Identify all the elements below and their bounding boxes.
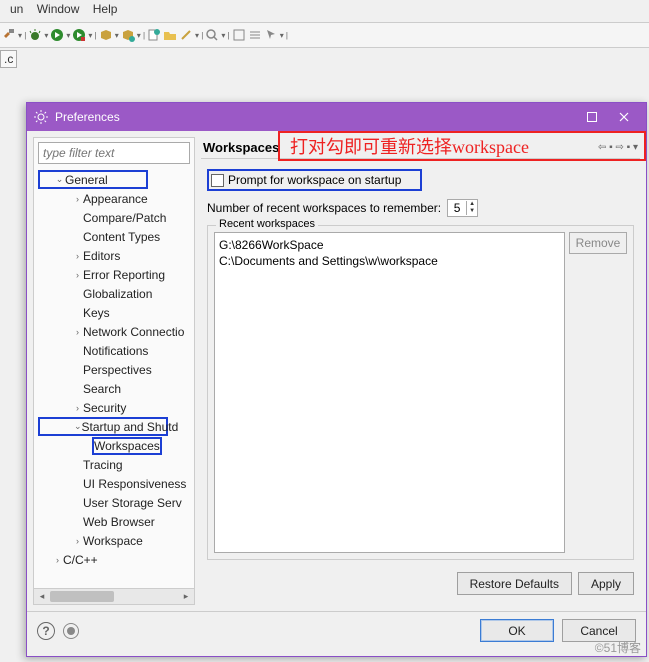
list-item[interactable]: G:\8266WorkSpace <box>219 237 560 253</box>
close-button[interactable] <box>608 106 640 128</box>
tree-content-types[interactable]: Content Types <box>38 227 194 246</box>
page-title: Workspaces <box>203 140 279 155</box>
number-label: Number of recent workspaces to remember: <box>207 201 441 215</box>
recent-group-label: Recent workspaces <box>216 218 318 230</box>
spinner-down-icon[interactable]: ▼ <box>467 208 477 215</box>
list-icon[interactable] <box>248 28 262 42</box>
preferences-dialog: Preferences ⌄General ›Appearance Compare… <box>26 102 647 657</box>
bug-icon[interactable] <box>28 28 42 42</box>
tree-editors[interactable]: ›Editors <box>38 246 194 265</box>
recent-group: Recent workspaces G:\8266WorkSpace C:\Do… <box>207 225 634 560</box>
menu-help[interactable]: Help <box>93 2 118 16</box>
search-icon[interactable] <box>205 28 219 42</box>
tree-workspace[interactable]: ›Workspace <box>38 531 194 550</box>
scroll-thumb[interactable] <box>50 591 114 602</box>
tree-general[interactable]: ⌄General <box>38 170 148 189</box>
bg-toolbar: ▾ | ▾ ▾ ▾ | ▾ ▾ | ▾ | ▾ | ▾ | <box>0 22 649 48</box>
history-nav[interactable]: ⇦ ▪ ⇨ ▪ ▾ <box>598 142 638 153</box>
hammer-icon[interactable] <box>2 28 16 42</box>
cursor-icon[interactable] <box>264 28 278 42</box>
tree-workspaces[interactable]: Workspaces <box>38 436 194 455</box>
tree-perspectives[interactable]: Perspectives <box>38 360 194 379</box>
tree-security[interactable]: ›Security <box>38 398 194 417</box>
tree-web-browser[interactable]: Web Browser <box>38 512 194 531</box>
filter-input[interactable] <box>38 142 190 164</box>
tree-hscrollbar[interactable]: ◂ ▸ <box>34 588 194 604</box>
tree-cpp[interactable]: ›C/C++ <box>38 550 194 569</box>
scroll-right-icon[interactable]: ▸ <box>178 589 194 604</box>
tree-compare[interactable]: Compare/Patch <box>38 208 194 227</box>
dialog-title: Preferences <box>55 110 576 124</box>
chevron-down-icon[interactable]: ⌄ <box>74 421 82 432</box>
task-icon[interactable] <box>232 28 246 42</box>
maximize-button[interactable] <box>576 106 608 128</box>
tree-notifications[interactable]: Notifications <box>38 341 194 360</box>
ok-button[interactable]: OK <box>480 619 554 642</box>
tree-user-storage[interactable]: User Storage Serv <box>38 493 194 512</box>
titlebar[interactable]: Preferences <box>27 103 646 131</box>
pref-page: Workspaces ⇦ ▪ ⇨ ▪ ▾ Prompt for workspac… <box>201 137 640 605</box>
record-icon[interactable] <box>63 623 79 639</box>
tree-search[interactable]: Search <box>38 379 194 398</box>
remove-button: Remove <box>569 232 627 254</box>
help-icon[interactable]: ? <box>37 622 55 640</box>
tree-ui-responsive[interactable]: UI Responsiveness <box>38 474 194 493</box>
spinner-up-icon[interactable]: ▲ <box>467 201 477 208</box>
dialog-footer: ? OK Cancel <box>27 611 646 649</box>
watermark: ©51博客 <box>595 639 641 656</box>
tree-network[interactable]: ›Network Connectio <box>38 322 194 341</box>
tree-globalization[interactable]: Globalization <box>38 284 194 303</box>
list-item[interactable]: C:\Documents and Settings\w\workspace <box>219 253 560 269</box>
prompt-checkbox[interactable] <box>211 174 224 187</box>
tree-keys[interactable]: Keys <box>38 303 194 322</box>
wand-icon[interactable] <box>179 28 193 42</box>
prompt-checkbox-row[interactable]: Prompt for workspace on startup <box>207 169 422 191</box>
new-c-icon[interactable] <box>147 28 161 42</box>
bg-editor-fragment: .c <box>0 50 26 550</box>
run-icon[interactable] <box>50 28 64 42</box>
restore-defaults-button[interactable]: Restore Defaults <box>457 572 572 595</box>
tree-appearance[interactable]: ›Appearance <box>38 189 194 208</box>
menu-run[interactable]: un <box>10 2 23 16</box>
tree-tracing[interactable]: Tracing <box>38 455 194 474</box>
prompt-label: Prompt for workspace on startup <box>228 173 401 187</box>
spinner-value[interactable]: 5 <box>448 200 466 216</box>
recent-list[interactable]: G:\8266WorkSpace C:\Documents and Settin… <box>214 232 565 553</box>
preferences-tree[interactable]: ⌄General ›Appearance Compare/Patch Conte… <box>34 168 194 604</box>
package-green-icon[interactable] <box>121 28 135 42</box>
package-icon[interactable] <box>99 28 113 42</box>
menu-window[interactable]: Window <box>37 2 80 16</box>
tree-startup[interactable]: ⌄Startup and Shutd <box>38 417 168 436</box>
apply-button[interactable]: Apply <box>578 572 634 595</box>
chevron-down-icon[interactable]: ⌄ <box>54 174 65 185</box>
number-spinner[interactable]: 5 ▲▼ <box>447 199 478 217</box>
preferences-icon <box>33 109 49 125</box>
tree-error-reporting[interactable]: ›Error Reporting <box>38 265 194 284</box>
folder-icon[interactable] <box>163 28 177 42</box>
scroll-left-icon[interactable]: ◂ <box>34 589 50 604</box>
run-ext-icon[interactable] <box>72 28 86 42</box>
tree-panel: ⌄General ›Appearance Compare/Patch Conte… <box>33 137 195 605</box>
